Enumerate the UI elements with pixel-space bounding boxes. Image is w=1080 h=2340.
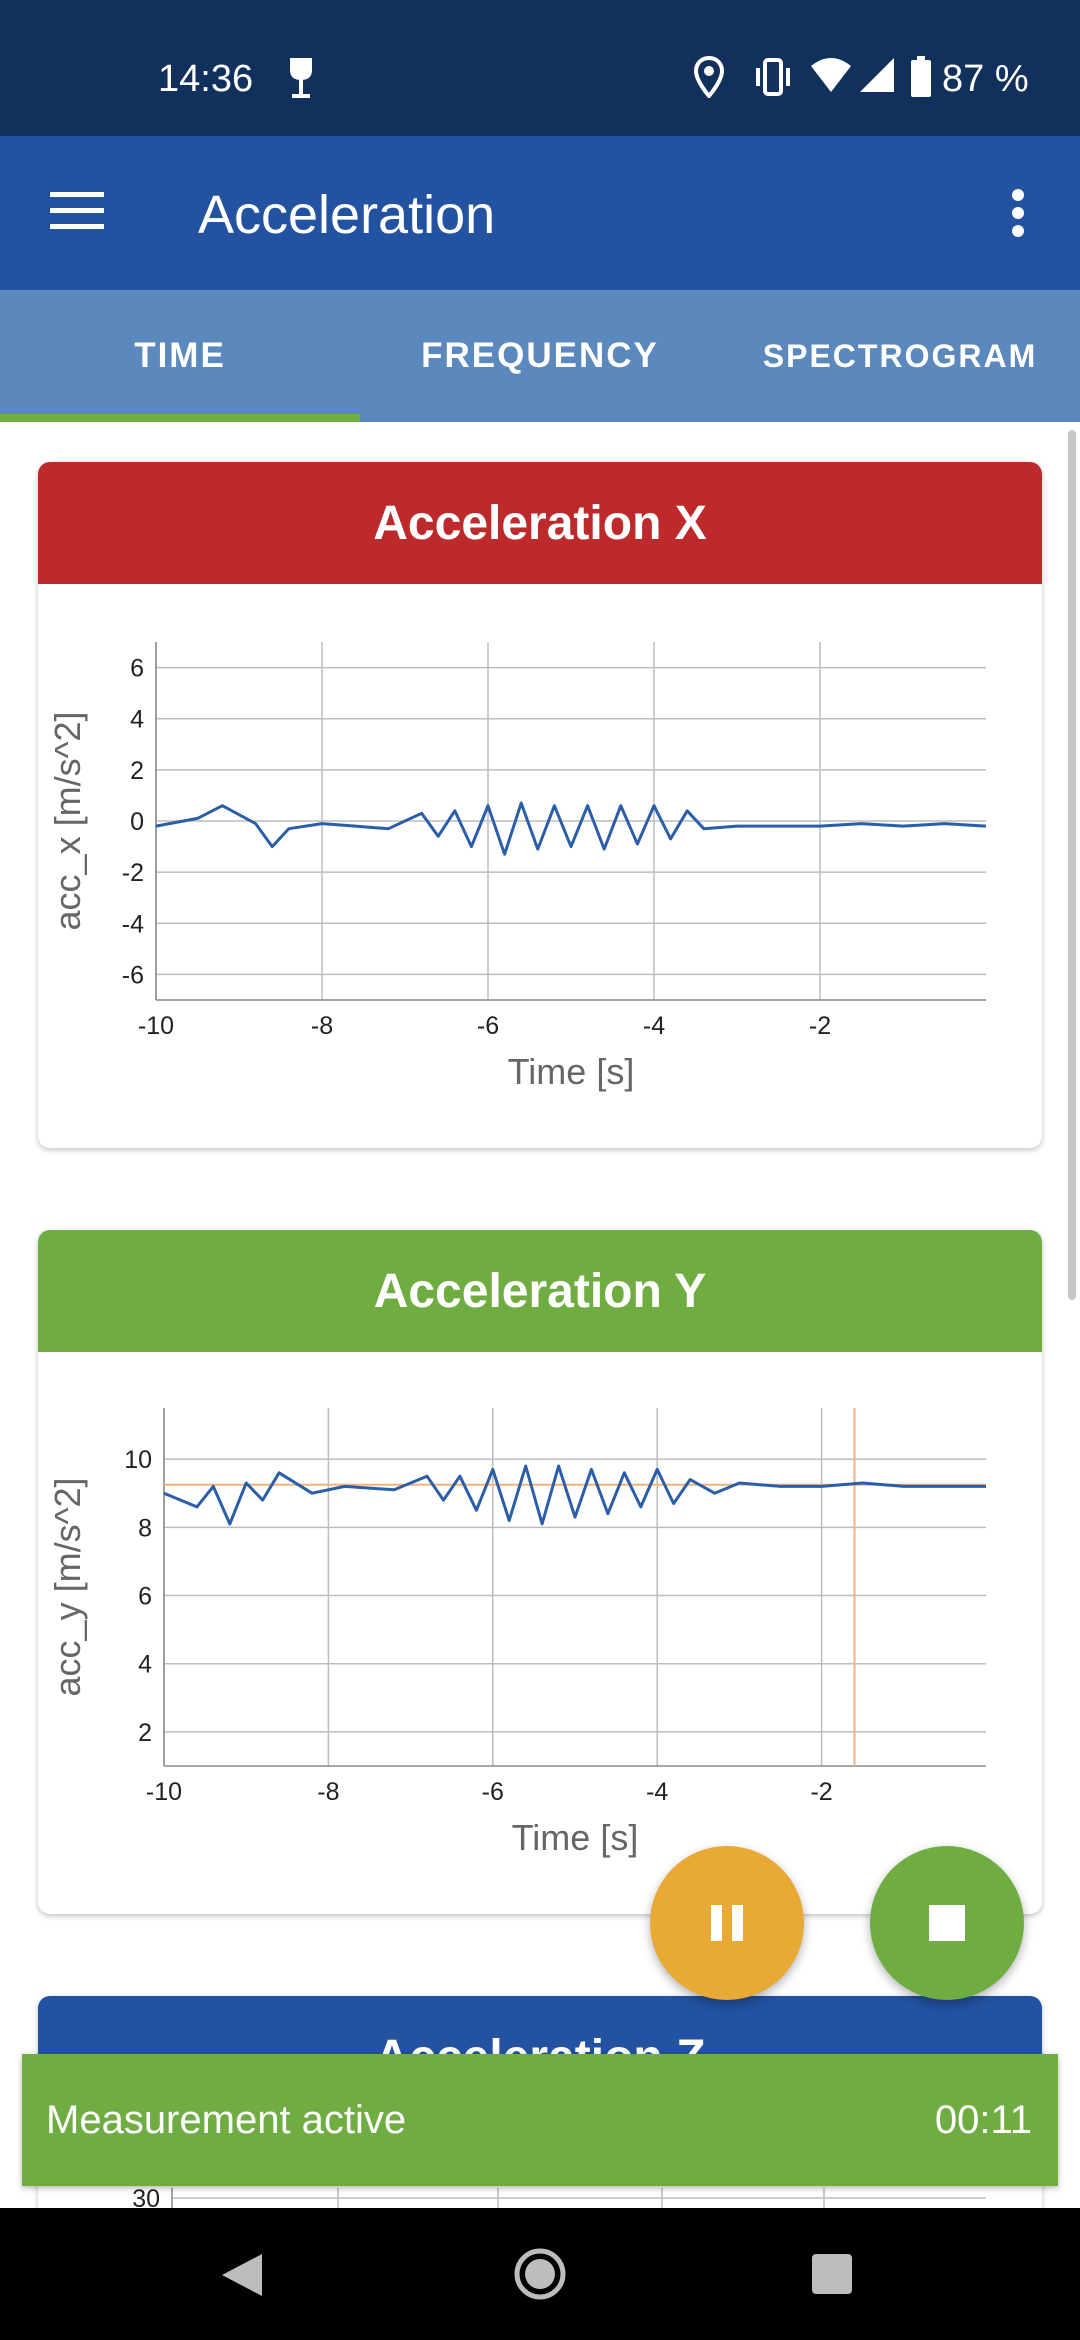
card-header-y: Acceleration Y [38, 1230, 1042, 1352]
y-tick-label: 6 [130, 655, 144, 683]
wifi-icon [811, 58, 851, 92]
x-tick-label: -6 [482, 1778, 504, 1806]
home-icon[interactable] [514, 2248, 566, 2300]
app-bar: Acceleration [0, 136, 1080, 290]
x-tick-label: -8 [317, 1778, 339, 1806]
x-tick-label: -2 [810, 1778, 832, 1806]
pause-button[interactable] [650, 1846, 804, 2000]
y-axis-label: acc_x [m/s^2] [47, 712, 88, 931]
stop-button[interactable] [870, 1846, 1024, 2000]
card-header-x: Acceleration X [38, 462, 1042, 584]
page-title: Acceleration [198, 185, 496, 245]
y-tick-label: 4 [130, 706, 144, 734]
card-acceleration-x: Acceleration X -10 -8 -6 -4 -2 6 4 2 0 -2 -4 -6 Time… [38, 462, 1042, 1148]
chart-acceleration-x: -10 -8 -6 -4 -2 6 4 2 0 -2 -4 -6 Time [s] acc_x [m/s^… [47, 642, 987, 1092]
x-tick-label: -2 [809, 1012, 831, 1040]
data-series-line [163, 1464, 986, 1526]
recents-icon[interactable] [810, 2252, 854, 2296]
scrollbar[interactable] [1068, 430, 1076, 1300]
tab-indicator [0, 414, 360, 422]
battery-percentage: 87 % [942, 58, 1029, 100]
x-tick-label: -8 [311, 1012, 333, 1040]
y-tick-label: 2 [138, 1719, 152, 1747]
tab-frequency[interactable]: FREQUENCY [360, 290, 720, 422]
menu-icon[interactable] [50, 190, 104, 232]
x-axis-label: Time [s] [508, 1051, 635, 1092]
tab-time[interactable]: TIME [0, 290, 360, 422]
card-acceleration-y: Acceleration Y -10 -8 -6 -4 -2 10 8 6 4 2 Time [s]… [38, 1230, 1042, 1914]
y-tick-label: -2 [122, 859, 144, 887]
measurement-snackbar: Measurement active 00:11 [22, 2054, 1058, 2186]
stop-icon [929, 1905, 965, 1941]
location-icon [694, 56, 724, 98]
y-tick-label: 6 [138, 1583, 152, 1611]
x-tick-label: -4 [646, 1778, 668, 1806]
x-tick-label: -10 [138, 1012, 174, 1040]
y-tick-label: 0 [130, 808, 144, 836]
y-tick-label: 4 [138, 1651, 152, 1679]
x-tick-label: -4 [643, 1012, 665, 1040]
measurement-timer: 00:11 [934, 2098, 1032, 2142]
back-icon[interactable] [220, 2252, 264, 2298]
battery-icon [911, 56, 931, 97]
status-time: 14:36 [158, 58, 254, 100]
y-tick-label: -4 [122, 910, 144, 938]
y-axis-label: acc_y [m/s^2] [47, 1478, 88, 1697]
wine-glass-icon [290, 58, 312, 98]
x-tick-label: -10 [146, 1778, 182, 1806]
more-options-icon[interactable] [1008, 188, 1028, 238]
data-series-line [155, 801, 987, 856]
chart-acceleration-y: -10 -8 -6 -4 -2 10 8 6 4 2 Time [s] acc_y [m/s^2] [47, 1408, 986, 1858]
tab-bar: TIME FREQUENCY SPECTROGRAM [0, 290, 1080, 422]
navigation-bar [0, 2208, 1080, 2340]
measurement-status: Measurement active [46, 2098, 407, 2142]
y-tick-label: 8 [138, 1514, 152, 1542]
y-tick-label: -6 [122, 961, 144, 989]
status-bar: 14:36 87 % [0, 0, 1080, 136]
cell-signal-icon [860, 58, 894, 92]
tab-spectrogram[interactable]: SPECTROGRAM [720, 290, 1080, 422]
x-tick-label: -6 [477, 1012, 499, 1040]
y-tick-label: 2 [130, 757, 144, 785]
pause-icon [711, 1905, 743, 1941]
x-axis-label: Time [s] [512, 1817, 639, 1858]
y-tick-label: 10 [124, 1446, 152, 1474]
vibrate-icon [756, 58, 790, 96]
